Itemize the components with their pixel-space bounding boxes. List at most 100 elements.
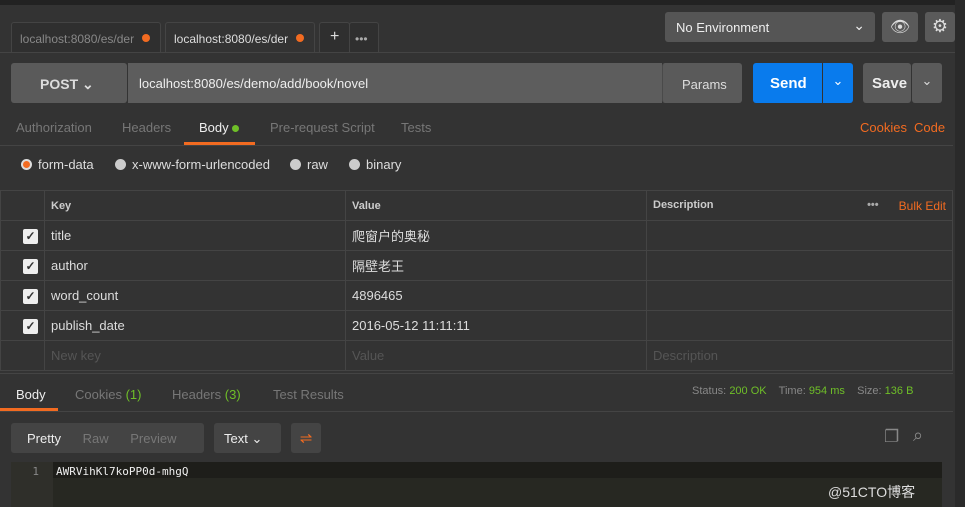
response-body-text: AWRVihKl7koPP0d-mhgQ [56, 465, 189, 478]
active-dot-icon [232, 125, 240, 132]
key-cell[interactable]: word_count [44, 280, 346, 311]
tab-tests[interactable]: Tests [401, 120, 431, 135]
code-link[interactable]: Code [914, 120, 945, 135]
radio-label: x-www-form-urlencoded [132, 157, 270, 172]
window-top [0, 0, 965, 5]
response-editor[interactable]: 1 AWRVihKl7koPP0d-mhgQ [11, 462, 942, 507]
copy-icon[interactable]: ❐ [884, 427, 899, 447]
response-tab-body[interactable]: Body [16, 387, 46, 402]
description-cell[interactable] [646, 310, 953, 341]
send-options-chevron-icon[interactable]: ⌄ [823, 63, 853, 103]
value-cell[interactable]: 隔壁老王 [345, 250, 647, 281]
header-key: Key [44, 190, 346, 221]
new-description-input[interactable]: Description [646, 340, 953, 371]
line-number: 1 [11, 462, 53, 507]
table-row: ✓ author 隔壁老王 [0, 250, 953, 281]
gear-icon[interactable]: ⚙ [925, 12, 955, 42]
view-pretty[interactable]: Pretty [27, 431, 61, 446]
header-description-label: Description [653, 198, 714, 211]
view-preview[interactable]: Preview [130, 431, 176, 446]
save-options-chevron-icon[interactable]: ⌄ [912, 63, 942, 103]
radio-raw[interactable]: raw [290, 157, 328, 172]
checkbox[interactable]: ✓ [23, 288, 38, 304]
table-row: ✓ word_count 4896465 [0, 280, 953, 311]
new-key-input[interactable]: New key [44, 340, 346, 371]
response-tab-headers[interactable]: Headers (3) [172, 387, 241, 402]
divider [0, 52, 965, 53]
table-row: ✓ title 爬窗户的奥秘 [0, 220, 953, 251]
checkbox[interactable]: ✓ [23, 258, 38, 274]
radio-label: raw [307, 157, 328, 172]
tab-body[interactable]: Body [199, 120, 240, 135]
radio-icon [115, 159, 126, 170]
scrollbar[interactable] [955, 0, 965, 507]
request-tab-active[interactable]: localhost:8080/es/der [165, 22, 315, 52]
status-label: Status: [692, 385, 727, 397]
request-tab[interactable]: localhost:8080/es/der [11, 22, 161, 52]
method-select[interactable]: POST ⌄ [11, 63, 127, 103]
header-description: Description Bulk Edit ••• [646, 190, 953, 221]
params-table: Key Value Description Bulk Edit ••• ✓ title 爬窗… [0, 190, 953, 371]
radio-form-data[interactable]: form-data [21, 157, 94, 172]
params-button[interactable]: Params [662, 63, 742, 103]
value-cell[interactable]: 爬窗户的奥秘 [345, 220, 647, 251]
description-cell[interactable] [646, 280, 953, 311]
save-button[interactable]: Save [863, 63, 911, 103]
response-meta: Status: 200 OK Time: 954 ms Size: 136 B [692, 385, 913, 397]
radio-label: binary [366, 157, 402, 172]
key-cell[interactable]: publish_date [44, 310, 346, 341]
divider [0, 145, 953, 146]
tab-more-button[interactable]: ••• [349, 22, 379, 52]
radio-urlencoded[interactable]: x-www-form-urlencoded [115, 157, 270, 172]
label: Cookies [75, 387, 122, 402]
chevron-down-icon: ⌄ [82, 76, 94, 92]
size-label: Size: [857, 385, 882, 397]
environment-label: No Environment [676, 20, 770, 35]
more-icon[interactable]: ••• [867, 199, 879, 211]
count: (3) [224, 387, 241, 402]
eye-icon[interactable]: 👁 [882, 12, 918, 42]
status-value: 200 OK [729, 385, 767, 397]
format-label: Text [224, 431, 248, 446]
response-tab-test-results[interactable]: Test Results [273, 387, 344, 402]
unsaved-dot-icon [296, 34, 304, 42]
tab-pre-request-script[interactable]: Pre-request Script [270, 120, 375, 135]
divider [0, 373, 953, 374]
count: (1) [125, 387, 142, 402]
table-row: ✓ publish_date 2016-05-12 11:11:11 [0, 310, 953, 341]
new-row: New key Value Description [0, 340, 953, 371]
tab-label: localhost:8080/es/der [174, 32, 289, 46]
view-raw[interactable]: Raw [83, 431, 109, 446]
url-input[interactable]: localhost:8080/es/demo/add/book/novel [128, 63, 662, 103]
checkbox[interactable]: ✓ [23, 318, 38, 334]
environment-select[interactable]: No Environment ⌄ [665, 12, 875, 42]
search-icon[interactable]: ⌕ [913, 425, 923, 446]
new-tab-button[interactable]: + [319, 22, 350, 52]
cookies-link[interactable]: Cookies [860, 120, 907, 135]
header-value: Value [345, 190, 647, 221]
radio-label: form-data [38, 157, 94, 172]
description-cell[interactable] [646, 250, 953, 281]
checkbox[interactable]: ✓ [23, 228, 38, 244]
watermark: @51CTO博客 [828, 484, 916, 500]
radio-binary[interactable]: binary [349, 157, 401, 172]
wrap-lines-icon[interactable]: ⇌ [291, 423, 321, 453]
tab-label: localhost:8080/es/der [20, 32, 135, 46]
size-value: 136 B [884, 385, 914, 397]
radio-icon [290, 159, 301, 170]
new-value-input[interactable]: Value [345, 340, 647, 371]
value-cell[interactable]: 2016-05-12 11:11:11 [345, 310, 647, 341]
description-cell[interactable] [646, 220, 953, 251]
response-tab-cookies[interactable]: Cookies (1) [75, 387, 141, 402]
label: Headers [172, 387, 222, 402]
key-cell[interactable]: title [44, 220, 346, 251]
value-cell[interactable]: 4896465 [345, 280, 647, 311]
view-mode-group: Pretty Raw Preview [11, 423, 204, 453]
format-select[interactable]: Text ⌄ [214, 423, 281, 453]
key-cell[interactable]: author [44, 250, 346, 281]
bulk-edit-link[interactable]: Bulk Edit [899, 199, 946, 213]
send-button[interactable]: Send [753, 63, 822, 103]
tab-authorization[interactable]: Authorization [16, 120, 92, 135]
tab-headers[interactable]: Headers [122, 120, 171, 135]
chevron-down-icon: ⌄ [853, 17, 865, 33]
